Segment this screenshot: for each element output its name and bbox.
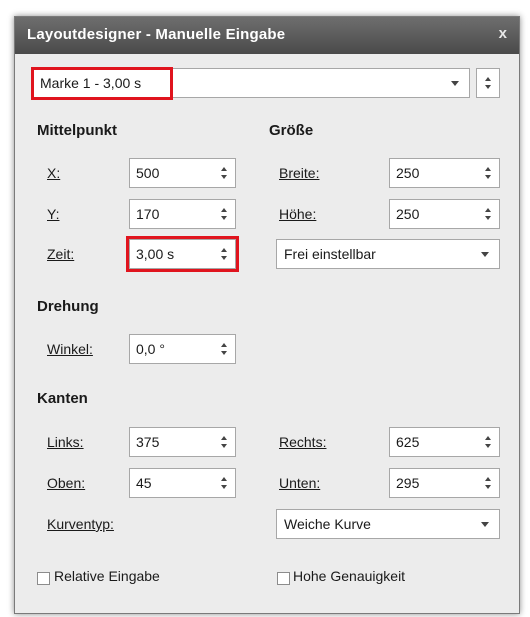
breite-label-text: Breite: xyxy=(279,165,320,181)
arrow-down-icon xyxy=(221,351,227,355)
winkel-stepper[interactable] xyxy=(215,335,235,363)
arrow-down-icon xyxy=(485,85,491,89)
winkel-value: 0,0 ° xyxy=(136,341,165,357)
unten-label-text: Unten: xyxy=(279,475,321,491)
section-mittelpunkt: Mittelpunkt xyxy=(37,122,117,139)
oben-label: Oben: xyxy=(47,475,85,491)
links-label: Links: xyxy=(47,434,84,450)
title-bar[interactable]: Layoutdesigner - Manuelle Eingabe x xyxy=(15,17,519,54)
unten-label: Unten: xyxy=(279,475,320,491)
winkel-label: Winkel: xyxy=(47,341,93,357)
rechts-value: 625 xyxy=(396,434,420,450)
size-mode-value: Frei einstellbar xyxy=(284,246,376,262)
links-label-text: Links: xyxy=(47,434,84,450)
section-groesse: Größe xyxy=(269,122,314,139)
marker-highlight xyxy=(31,67,173,100)
x-value: 500 xyxy=(136,165,160,181)
oben-input[interactable]: 45 xyxy=(129,468,236,498)
dialog-title: Layoutdesigner - Manuelle Eingabe xyxy=(27,26,286,43)
arrow-up-icon xyxy=(485,208,491,212)
kurventyp-select[interactable]: Weiche Kurve xyxy=(276,509,500,539)
x-stepper[interactable] xyxy=(215,159,235,187)
rechts-label: Rechts: xyxy=(279,434,326,450)
hoehe-input[interactable]: 250 xyxy=(389,199,500,229)
arrow-down-icon xyxy=(221,485,227,489)
arrow-down-icon xyxy=(485,216,491,220)
links-stepper[interactable] xyxy=(215,428,235,456)
y-input[interactable]: 170 xyxy=(129,199,236,229)
rechts-input[interactable]: 625 xyxy=(389,427,500,457)
breite-stepper[interactable] xyxy=(479,159,499,187)
arrow-down-icon xyxy=(485,175,491,179)
y-label-text: Y: xyxy=(47,206,60,222)
hoehe-label: Höhe: xyxy=(279,206,316,222)
zeit-label: Zeit: xyxy=(47,246,74,262)
breite-value: 250 xyxy=(396,165,420,181)
oben-label-text: Oben: xyxy=(47,475,86,491)
arrow-up-icon xyxy=(485,77,491,81)
links-input[interactable]: 375 xyxy=(129,427,236,457)
rechts-stepper[interactable] xyxy=(479,428,499,456)
arrow-up-icon xyxy=(221,343,227,347)
size-mode-select[interactable]: Frei einstellbar xyxy=(276,239,500,269)
oben-value: 45 xyxy=(136,475,152,491)
section-drehung: Drehung xyxy=(37,298,99,315)
relative-eingabe-checkbox[interactable] xyxy=(37,572,50,585)
chevron-down-icon xyxy=(481,522,489,527)
x-label-text: X: xyxy=(47,165,61,181)
rechts-label-text: Rechts: xyxy=(279,434,327,450)
chevron-down-icon xyxy=(451,81,459,86)
arrow-down-icon xyxy=(485,485,491,489)
arrow-up-icon xyxy=(485,167,491,171)
kurventyp-value: Weiche Kurve xyxy=(284,516,371,532)
y-label: Y: xyxy=(47,206,59,222)
marker-stepper[interactable] xyxy=(476,68,500,98)
arrow-up-icon xyxy=(485,436,491,440)
arrow-up-icon xyxy=(221,208,227,212)
zeit-highlight xyxy=(126,236,239,272)
arrow-down-icon xyxy=(221,216,227,220)
hoehe-stepper[interactable] xyxy=(479,200,499,228)
hohe-genauigkeit-checkbox[interactable] xyxy=(277,572,290,585)
links-value: 375 xyxy=(136,434,160,450)
kurventyp-label-text: Kurventyp: xyxy=(47,516,114,532)
oben-stepper[interactable] xyxy=(215,469,235,497)
arrow-up-icon xyxy=(485,477,491,481)
section-kanten: Kanten xyxy=(37,390,88,407)
arrow-up-icon xyxy=(221,477,227,481)
kurventyp-label: Kurventyp: xyxy=(47,516,114,532)
hoehe-label-text: Höhe: xyxy=(279,206,317,222)
winkel-input[interactable]: 0,0 ° xyxy=(129,334,236,364)
close-icon[interactable]: x xyxy=(499,25,507,42)
winkel-label-text: Winkel: xyxy=(47,341,93,357)
hoehe-value: 250 xyxy=(396,206,420,222)
hohe-genauigkeit-label[interactable]: Hohe Genauigkeit xyxy=(293,568,405,584)
unten-stepper[interactable] xyxy=(479,469,499,497)
zeit-label-text: Zeit: xyxy=(47,246,75,262)
chevron-down-icon xyxy=(481,252,489,257)
breite-label: Breite: xyxy=(279,165,319,181)
y-stepper[interactable] xyxy=(215,200,235,228)
arrow-down-icon xyxy=(485,444,491,448)
arrow-down-icon xyxy=(221,444,227,448)
unten-value: 295 xyxy=(396,475,420,491)
layoutdesigner-dialog: Layoutdesigner - Manuelle Eingabe x Mark… xyxy=(14,16,520,614)
arrow-up-icon xyxy=(221,436,227,440)
relative-eingabe-label[interactable]: Relative Eingabe xyxy=(54,568,160,584)
y-value: 170 xyxy=(136,206,160,222)
breite-input[interactable]: 250 xyxy=(389,158,500,188)
arrow-down-icon xyxy=(221,175,227,179)
unten-input[interactable]: 295 xyxy=(389,468,500,498)
x-label: X: xyxy=(47,165,60,181)
arrow-up-icon xyxy=(221,167,227,171)
x-input[interactable]: 500 xyxy=(129,158,236,188)
